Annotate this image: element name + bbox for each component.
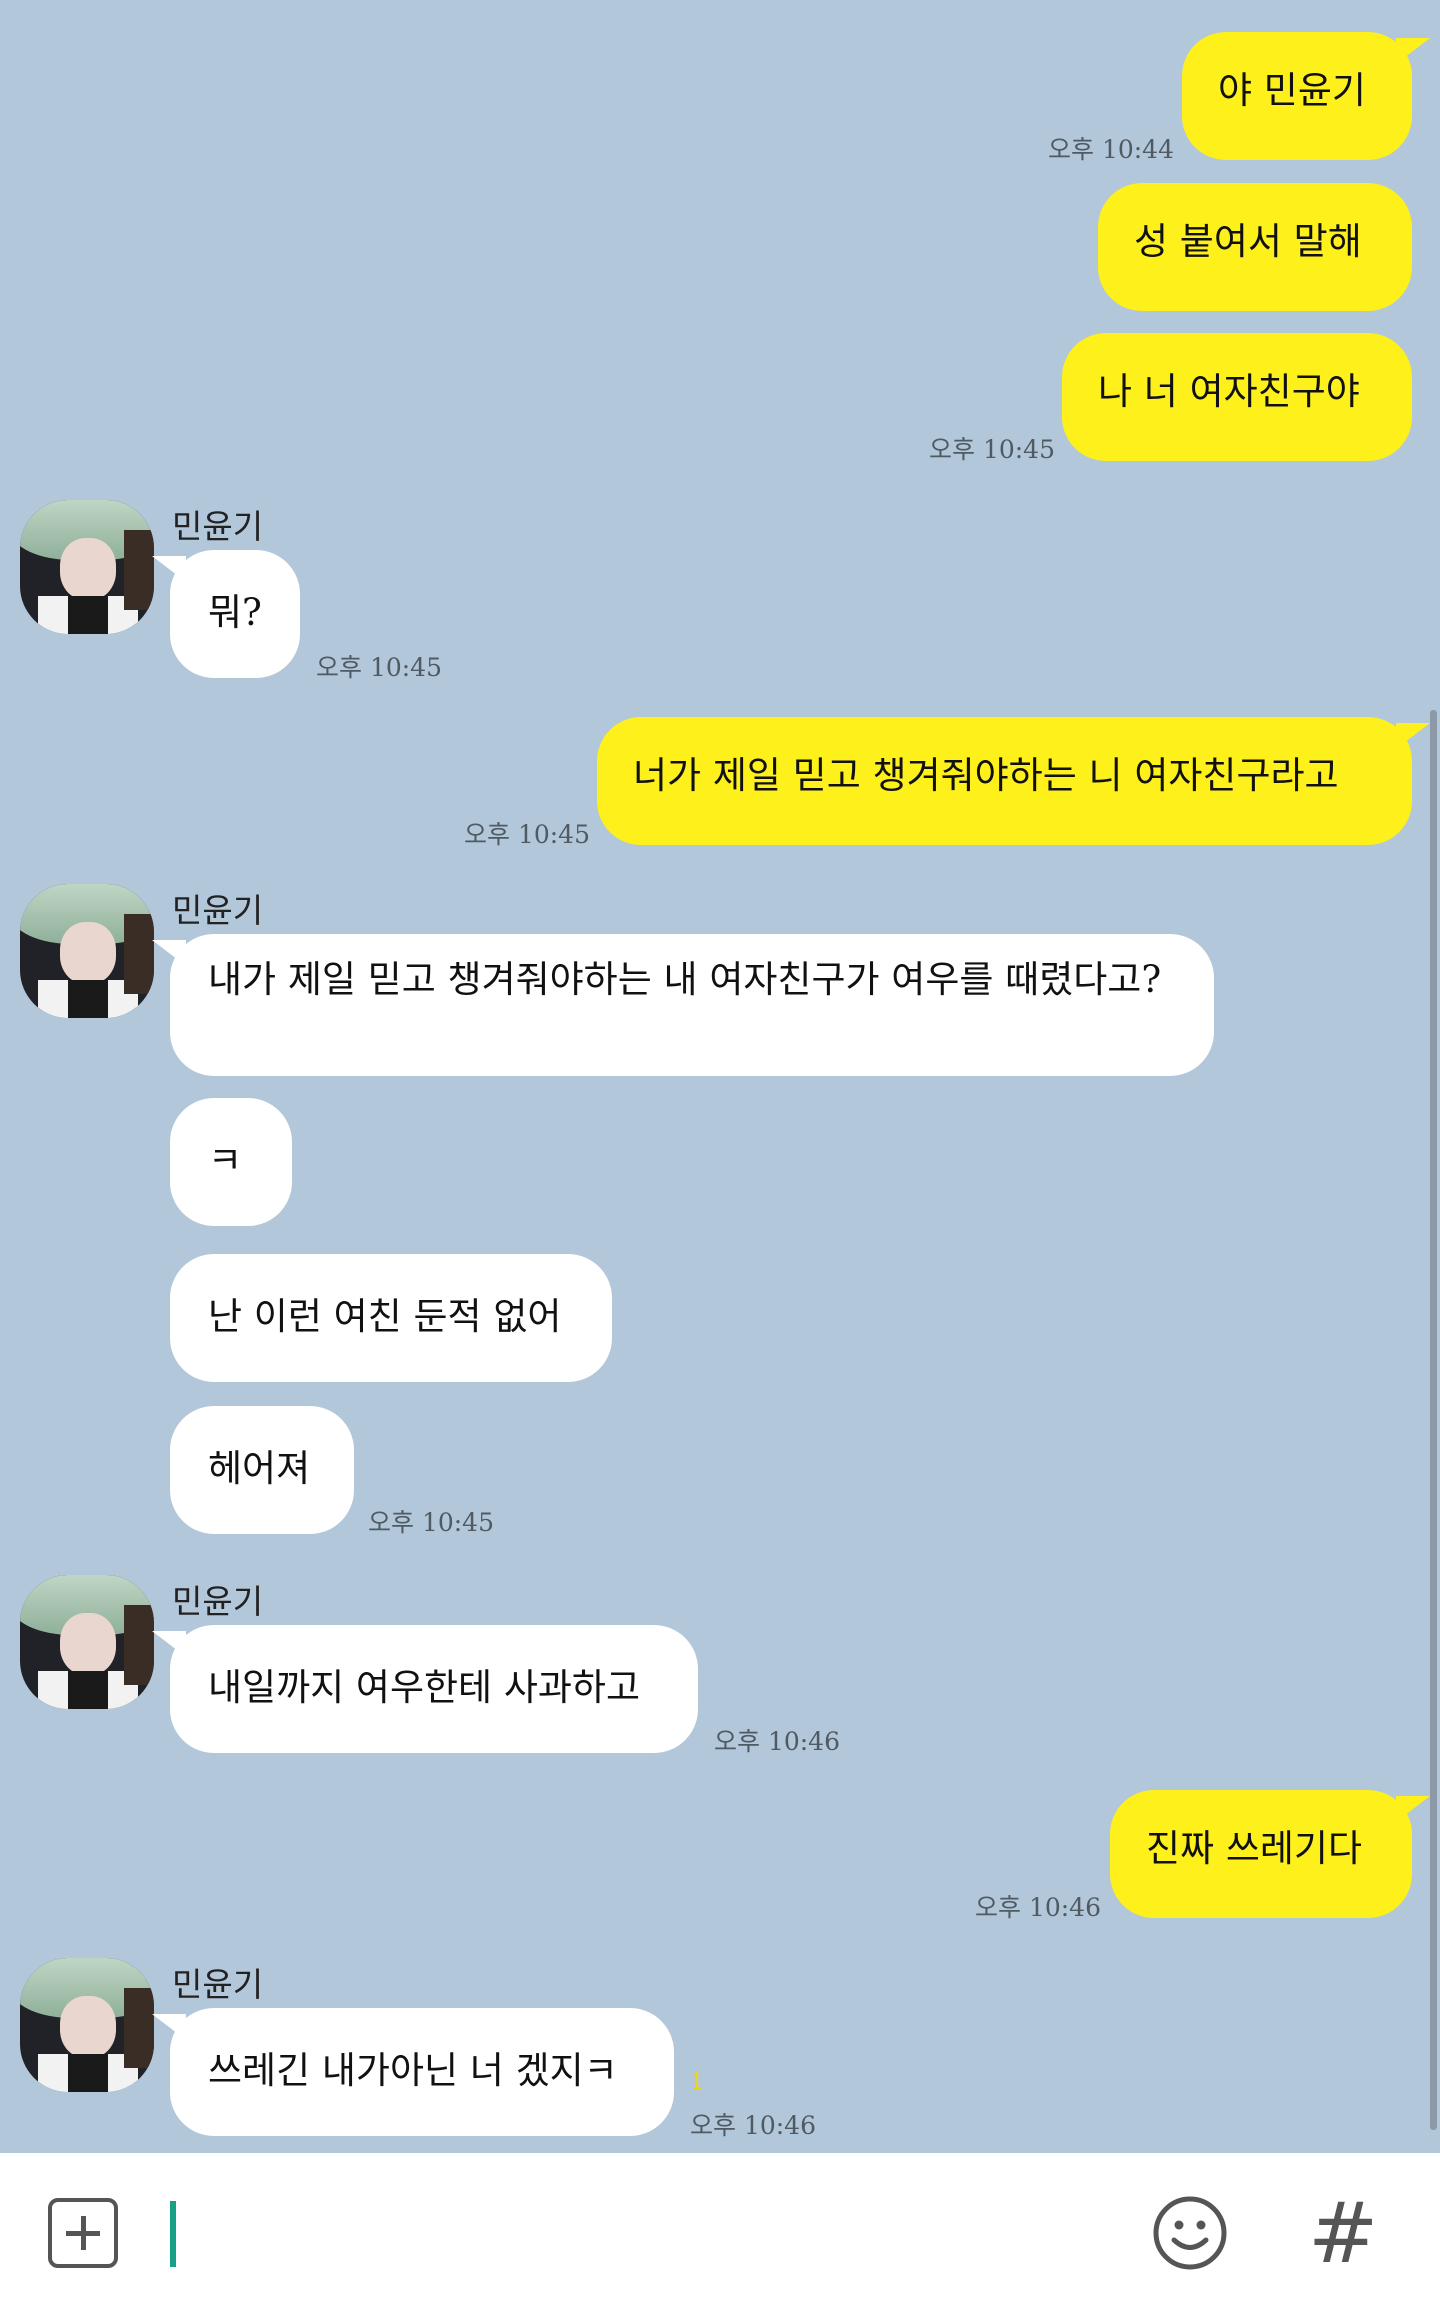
contact-avatar[interactable] — [20, 1575, 154, 1709]
sender-name: 민윤기 — [172, 1965, 264, 2004]
contact-avatar[interactable] — [20, 884, 154, 1018]
hashtag-button[interactable]: # — [1308, 2183, 1378, 2283]
message-time: 오후 10:46 — [690, 2111, 816, 2140]
message-bubble-outgoing[interactable]: 야 민윤기 — [1182, 32, 1430, 160]
message-composer: # — [0, 2153, 1440, 2317]
plus-icon[interactable] — [48, 2198, 118, 2268]
message-time: 오후 10:44 — [1048, 135, 1174, 164]
scrollbar[interactable] — [1430, 710, 1437, 2130]
message-time: 오후 10:45 — [929, 435, 1055, 464]
sender-name: 민윤기 — [172, 891, 264, 930]
sender-name: 민윤기 — [172, 1582, 264, 1621]
message-bubble-incoming[interactable]: 쓰레긴 내가아닌 너 겠지ㅋ — [152, 2008, 674, 2136]
message-time: 오후 10:45 — [316, 653, 442, 682]
message-bubble-outgoing[interactable]: 진짜 쓰레기다 — [1110, 1790, 1430, 1918]
message-time: 오후 10:46 — [714, 1727, 840, 1756]
contact-avatar[interactable] — [20, 1958, 154, 2092]
message-time: 오후 10:45 — [464, 820, 590, 849]
message-bubble-incoming[interactable]: 내일까지 여우한테 사과하고 — [152, 1625, 698, 1753]
message-bubble-incoming[interactable]: 내가 제일 믿고 챙겨줘야하는 내 여자친구가 여우를 때렸다고? — [152, 934, 1214, 1076]
sender-name: 민윤기 — [172, 507, 264, 546]
message-bubble-outgoing[interactable]: 너가 제일 믿고 챙겨줘야하는 니 여자친구라고 — [597, 717, 1430, 845]
message-bubble-outgoing[interactable]: 성 붙여서 말해 — [1098, 183, 1412, 311]
message-input[interactable] — [184, 2193, 1088, 2275]
contact-avatar[interactable] — [20, 500, 154, 634]
message-time: 오후 10:46 — [975, 1893, 1101, 1922]
text-cursor — [170, 2201, 176, 2267]
smile-emoji-icon[interactable] — [1150, 2193, 1230, 2273]
message-bubble-incoming[interactable]: ㅋ — [170, 1098, 292, 1226]
chat-area: 야 민윤기 오후 10:44 성 붙여서 말해 나 너 여자친구야 오후 10:… — [0, 0, 1440, 2153]
message-bubble-incoming[interactable]: 헤어져 — [170, 1406, 354, 1534]
message-bubble-incoming[interactable]: 난 이런 여친 둔적 없어 — [170, 1254, 612, 1382]
unread-count: 1 — [690, 2070, 704, 2095]
message-bubble-incoming[interactable]: 뭐? — [152, 550, 300, 678]
message-bubble-outgoing[interactable]: 나 너 여자친구야 — [1062, 333, 1412, 461]
message-time: 오후 10:45 — [368, 1508, 494, 1537]
